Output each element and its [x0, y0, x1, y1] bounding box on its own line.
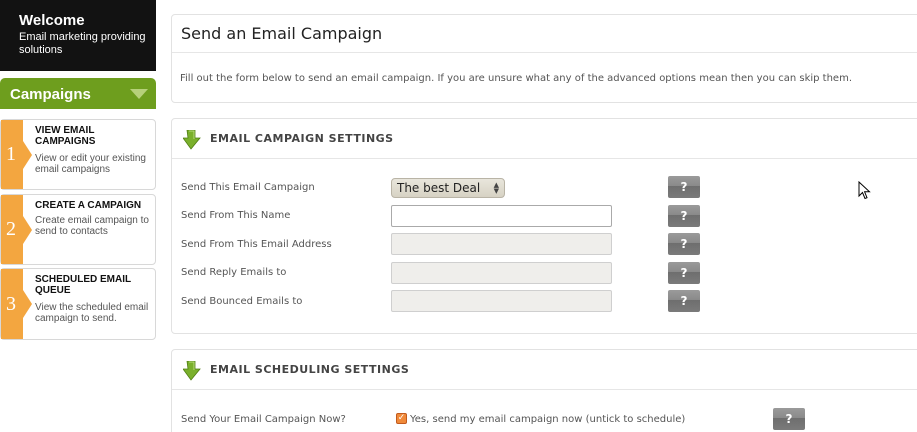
campaigns-section-header[interactable]: Campaigns — [0, 78, 156, 109]
field-label-reply-to: Send Reply Emails to — [181, 267, 287, 278]
campaign-select[interactable]: The best Deal ▲ ▼ — [391, 178, 505, 198]
field-label-send-now: Send Your Email Campaign Now? — [181, 414, 346, 425]
step-title[interactable]: SCHEDULED EMAIL QUEUE — [35, 274, 153, 296]
field-label-campaign: Send This Email Campaign — [181, 182, 315, 193]
bounce-to-input[interactable] — [391, 290, 612, 312]
field-label-bounce-to: Send Bounced Emails to — [181, 296, 303, 307]
step-title[interactable]: CREATE A CAMPAIGN — [35, 200, 153, 211]
step-number: 3 — [1, 269, 32, 339]
field-label-from-name: Send From This Name — [181, 210, 291, 221]
step-description: Create email campaign to send to contact… — [35, 215, 149, 237]
reply-to-input[interactable] — [391, 262, 612, 284]
help-button-reply-to[interactable]: ? — [668, 262, 700, 284]
page-title: Send an Email Campaign — [181, 24, 383, 43]
campaign-select-value: The best Deal — [397, 181, 481, 195]
form-intro-text: Fill out the form below to send an email… — [180, 73, 852, 84]
welcome-title: Welcome — [19, 12, 85, 29]
help-button-bounce-to[interactable]: ? — [668, 290, 700, 312]
mouse-cursor-icon — [858, 181, 871, 200]
help-button-from-email[interactable]: ? — [668, 233, 700, 255]
welcome-box: Welcome Email marketing providing soluti… — [0, 0, 156, 71]
help-button-send-now[interactable]: ? — [773, 408, 805, 430]
help-button-campaign[interactable]: ? — [668, 176, 700, 198]
scheduling-settings-title: EMAIL SCHEDULING SETTINGS — [210, 363, 410, 376]
page-title-panel: Send an Email Campaign Fill out the form… — [171, 14, 917, 103]
select-arrows-icon: ▲ ▼ — [493, 181, 499, 195]
download-arrow-icon — [183, 130, 201, 150]
welcome-subtitle: Email marketing providing solutions — [19, 31, 146, 56]
sidebar-step-create-campaign[interactable]: 2 CREATE A CAMPAIGN Create email campaig… — [0, 194, 156, 265]
campaign-settings-title: EMAIL CAMPAIGN SETTINGS — [210, 132, 394, 145]
from-email-input[interactable] — [391, 233, 612, 255]
sidebar-step-scheduled-queue[interactable]: 3 SCHEDULED EMAIL QUEUE View the schedul… — [0, 268, 156, 340]
download-arrow-icon — [183, 361, 201, 381]
page-title-bar: Send an Email Campaign — [172, 15, 917, 53]
scheduling-settings-panel: EMAIL SCHEDULING SETTINGS Send Your Emai… — [171, 349, 917, 432]
step-number: 1 — [1, 120, 32, 189]
campaign-settings-panel: EMAIL CAMPAIGN SETTINGS Send This Email … — [171, 118, 917, 334]
field-label-from-email: Send From This Email Address — [181, 239, 332, 250]
send-now-checkbox[interactable]: ✓ — [396, 413, 407, 424]
chevron-down-icon[interactable] — [130, 89, 148, 99]
from-name-input[interactable] — [391, 205, 612, 227]
step-title[interactable]: VIEW EMAIL CAMPAIGNS — [35, 125, 153, 147]
step-description: View or edit your existing email campaig… — [35, 153, 146, 175]
campaigns-label: Campaigns — [10, 86, 91, 103]
sidebar-step-view-campaigns[interactable]: 1 VIEW EMAIL CAMPAIGNS View or edit your… — [0, 119, 156, 190]
help-button-from-name[interactable]: ? — [668, 205, 700, 227]
step-number: 2 — [1, 195, 32, 264]
send-now-option-label[interactable]: Yes, send my email campaign now (untick … — [410, 414, 685, 425]
campaign-settings-header: EMAIL CAMPAIGN SETTINGS — [172, 119, 917, 159]
step-description: View the scheduled email campaign to sen… — [35, 302, 149, 324]
scheduling-settings-header: EMAIL SCHEDULING SETTINGS — [172, 350, 917, 390]
